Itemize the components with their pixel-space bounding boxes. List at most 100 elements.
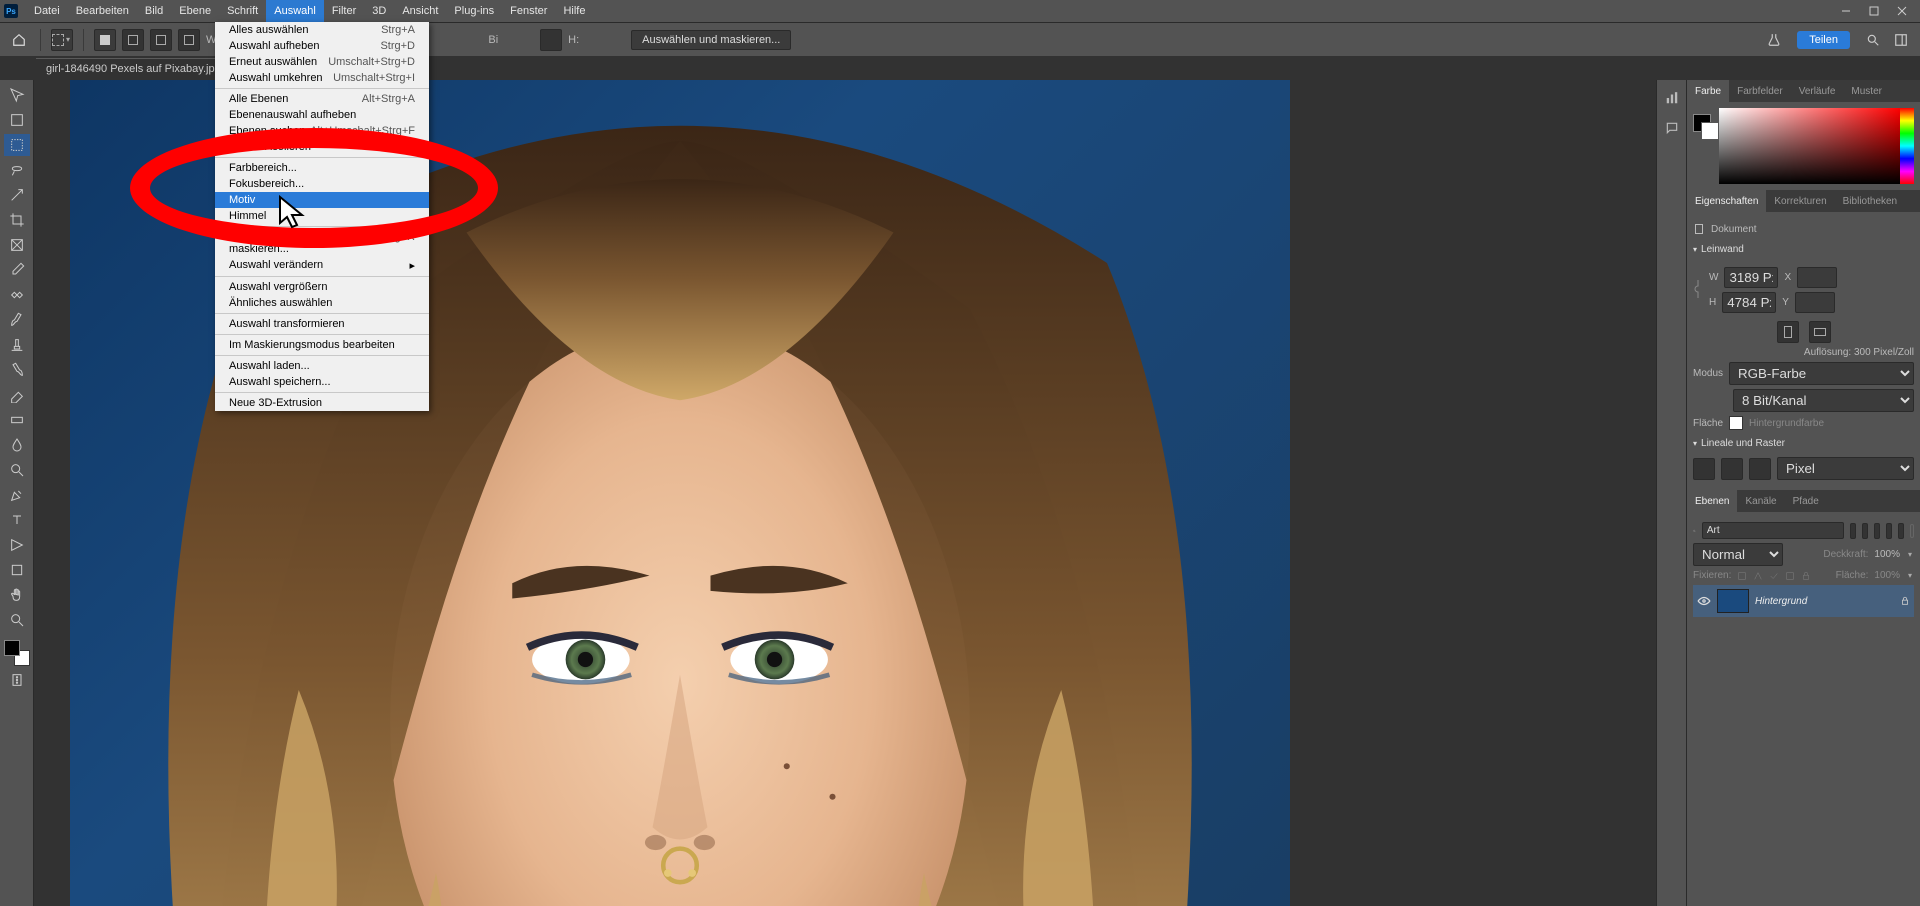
visibility-icon[interactable] bbox=[1697, 596, 1711, 606]
menu-auswahl[interactable]: Auswahl bbox=[266, 0, 324, 22]
width-input[interactable] bbox=[1724, 267, 1778, 288]
fg-bg-swatch[interactable] bbox=[4, 640, 30, 666]
menu-ansicht[interactable]: Ansicht bbox=[394, 0, 446, 22]
select-and-mask-button[interactable]: Auswählen und maskieren... bbox=[631, 30, 791, 50]
tool-marquee[interactable] bbox=[4, 134, 30, 156]
menu-plug-ins[interactable]: Plug-ins bbox=[446, 0, 502, 22]
y-input[interactable] bbox=[1795, 292, 1835, 313]
tool-gradient[interactable] bbox=[4, 409, 30, 431]
prop-tab-eigenschaften[interactable]: Eigenschaften bbox=[1687, 190, 1766, 212]
menuitem-im-maskierungsmodus-bearbeiten[interactable]: Im Maskierungsmodus bearbeiten bbox=[215, 337, 429, 353]
tool-wand[interactable] bbox=[4, 184, 30, 206]
menu-ebene[interactable]: Ebene bbox=[171, 0, 219, 22]
menu-filter[interactable]: Filter bbox=[324, 0, 364, 22]
tool-heal[interactable] bbox=[4, 284, 30, 306]
landscape-orient-icon[interactable] bbox=[1809, 321, 1831, 343]
tool-lasso[interactable] bbox=[4, 159, 30, 181]
color-tab-verläufe[interactable]: Verläufe bbox=[1791, 80, 1844, 102]
grid-icon[interactable] bbox=[1721, 458, 1743, 480]
workspace-icon[interactable] bbox=[1890, 29, 1912, 51]
prop-tab-bibliotheken[interactable]: Bibliotheken bbox=[1835, 190, 1905, 212]
menuitem-auswahl-vergr-ern[interactable]: Auswahl vergrößern bbox=[215, 279, 429, 295]
new-selection-icon[interactable] bbox=[94, 29, 116, 51]
tool-eyedropper[interactable] bbox=[4, 259, 30, 281]
menu-3d[interactable]: 3D bbox=[364, 0, 394, 22]
tool-pen[interactable] bbox=[4, 484, 30, 506]
ruler-unit-select[interactable]: Pixel bbox=[1777, 457, 1914, 480]
tool-history[interactable] bbox=[4, 359, 30, 381]
filter-smart-icon[interactable] bbox=[1898, 523, 1904, 539]
menu-schrift[interactable]: Schrift bbox=[219, 0, 266, 22]
tool-shape[interactable] bbox=[4, 559, 30, 581]
tool-brush[interactable] bbox=[4, 309, 30, 331]
menu-bearbeiten[interactable]: Bearbeiten bbox=[68, 0, 137, 22]
menuitem-ebenen-suchen[interactable]: Ebenen suchenAlt+Umschalt+Strg+F bbox=[215, 123, 429, 139]
filter-type-icon[interactable] bbox=[1874, 523, 1880, 539]
tool-path[interactable] bbox=[4, 534, 30, 556]
tool-move[interactable] bbox=[4, 84, 30, 106]
menuitem-ausw-hlen-und-maskieren[interactable]: Auswählen und maskieren...Alt+Strg+R bbox=[215, 229, 429, 257]
fill-swatch[interactable] bbox=[1729, 416, 1743, 430]
layer-tab-kanäle[interactable]: Kanäle bbox=[1737, 490, 1784, 512]
blend-mode-select[interactable]: Normal bbox=[1693, 543, 1783, 566]
search-icon[interactable] bbox=[1862, 29, 1884, 51]
menuitem-ebenen-isolieren[interactable]: Ebenen isolieren bbox=[215, 139, 429, 155]
menuitem-auswahl-laden[interactable]: Auswahl laden... bbox=[215, 358, 429, 374]
menuitem-auswahl-aufheben[interactable]: Auswahl aufhebenStrg+D bbox=[215, 38, 429, 54]
color-tab-farbe[interactable]: Farbe bbox=[1687, 80, 1729, 102]
layer-tab-pfade[interactable]: Pfade bbox=[1785, 490, 1827, 512]
menu-hilfe[interactable]: Hilfe bbox=[555, 0, 593, 22]
canvas-section[interactable]: Leinwand bbox=[1693, 240, 1914, 259]
color-field[interactable] bbox=[1719, 108, 1900, 184]
intersect-selection-icon[interactable] bbox=[178, 29, 200, 51]
tool-blur[interactable] bbox=[4, 434, 30, 456]
menuitem-hnliches-ausw-hlen[interactable]: Ähnliches auswählen bbox=[215, 295, 429, 311]
tool-dodge[interactable] bbox=[4, 459, 30, 481]
menuitem-auswahl-ver-ndern[interactable]: Auswahl verändern bbox=[215, 257, 429, 274]
subtract-selection-icon[interactable] bbox=[150, 29, 172, 51]
menuitem-auswahl-transformieren[interactable]: Auswahl transformieren bbox=[215, 316, 429, 332]
layer-tab-ebenen[interactable]: Ebenen bbox=[1687, 490, 1737, 512]
menuitem-neue-3d-extrusion[interactable]: Neue 3D-Extrusion bbox=[215, 395, 429, 411]
height-input[interactable] bbox=[1722, 292, 1776, 313]
dock-histogram-icon[interactable] bbox=[1662, 88, 1682, 108]
aspect-icon[interactable] bbox=[540, 29, 562, 51]
menuitem-fokusbereich[interactable]: Fokusbereich... bbox=[215, 176, 429, 192]
tool-crop[interactable] bbox=[4, 209, 30, 231]
menuitem-ebenenauswahl-aufheben[interactable]: Ebenenauswahl aufheben bbox=[215, 107, 429, 123]
tool-artboard[interactable] bbox=[4, 109, 30, 131]
marquee-tool-preset[interactable]: ▾ bbox=[51, 29, 73, 51]
share-button[interactable]: Teilen bbox=[1797, 31, 1850, 49]
menu-datei[interactable]: Datei bbox=[26, 0, 68, 22]
menuitem-motiv[interactable]: Motiv bbox=[215, 192, 429, 208]
tool-zoom[interactable] bbox=[4, 609, 30, 631]
menuitem-himmel[interactable]: Himmel bbox=[215, 208, 429, 224]
tool-eraser[interactable] bbox=[4, 384, 30, 406]
layer-search[interactable] bbox=[1702, 522, 1844, 539]
layer-name[interactable]: Hintergrund bbox=[1755, 596, 1807, 607]
labs-icon[interactable] bbox=[1763, 29, 1785, 51]
tool-frame[interactable] bbox=[4, 234, 30, 256]
minimize-button[interactable] bbox=[1832, 0, 1860, 22]
filter-pixel-icon[interactable] bbox=[1850, 523, 1856, 539]
menuitem-farbbereich[interactable]: Farbbereich... bbox=[215, 160, 429, 176]
guides-icon[interactable] bbox=[1749, 458, 1771, 480]
tool-type[interactable] bbox=[4, 509, 30, 531]
menu-fenster[interactable]: Fenster bbox=[502, 0, 555, 22]
menu-bild[interactable]: Bild bbox=[137, 0, 171, 22]
tool-edit-toolbar[interactable] bbox=[4, 669, 30, 691]
layer-row-background[interactable]: Hintergrund bbox=[1693, 585, 1914, 617]
layer-thumbnail[interactable] bbox=[1717, 589, 1749, 613]
color-tab-farbfelder[interactable]: Farbfelder bbox=[1729, 80, 1791, 102]
filter-adjust-icon[interactable] bbox=[1862, 523, 1868, 539]
ruler-section[interactable]: Lineale und Raster bbox=[1693, 434, 1914, 453]
add-selection-icon[interactable] bbox=[122, 29, 144, 51]
filter-toggle[interactable] bbox=[1910, 524, 1914, 538]
tool-hand[interactable] bbox=[4, 584, 30, 606]
tool-stamp[interactable] bbox=[4, 334, 30, 356]
menuitem-alles-ausw-hlen[interactable]: Alles auswählenStrg+A bbox=[215, 22, 429, 38]
lock-icon[interactable] bbox=[1900, 595, 1910, 607]
hue-slider[interactable] bbox=[1900, 108, 1914, 184]
color-tab-muster[interactable]: Muster bbox=[1843, 80, 1890, 102]
portrait-orient-icon[interactable] bbox=[1777, 321, 1799, 343]
